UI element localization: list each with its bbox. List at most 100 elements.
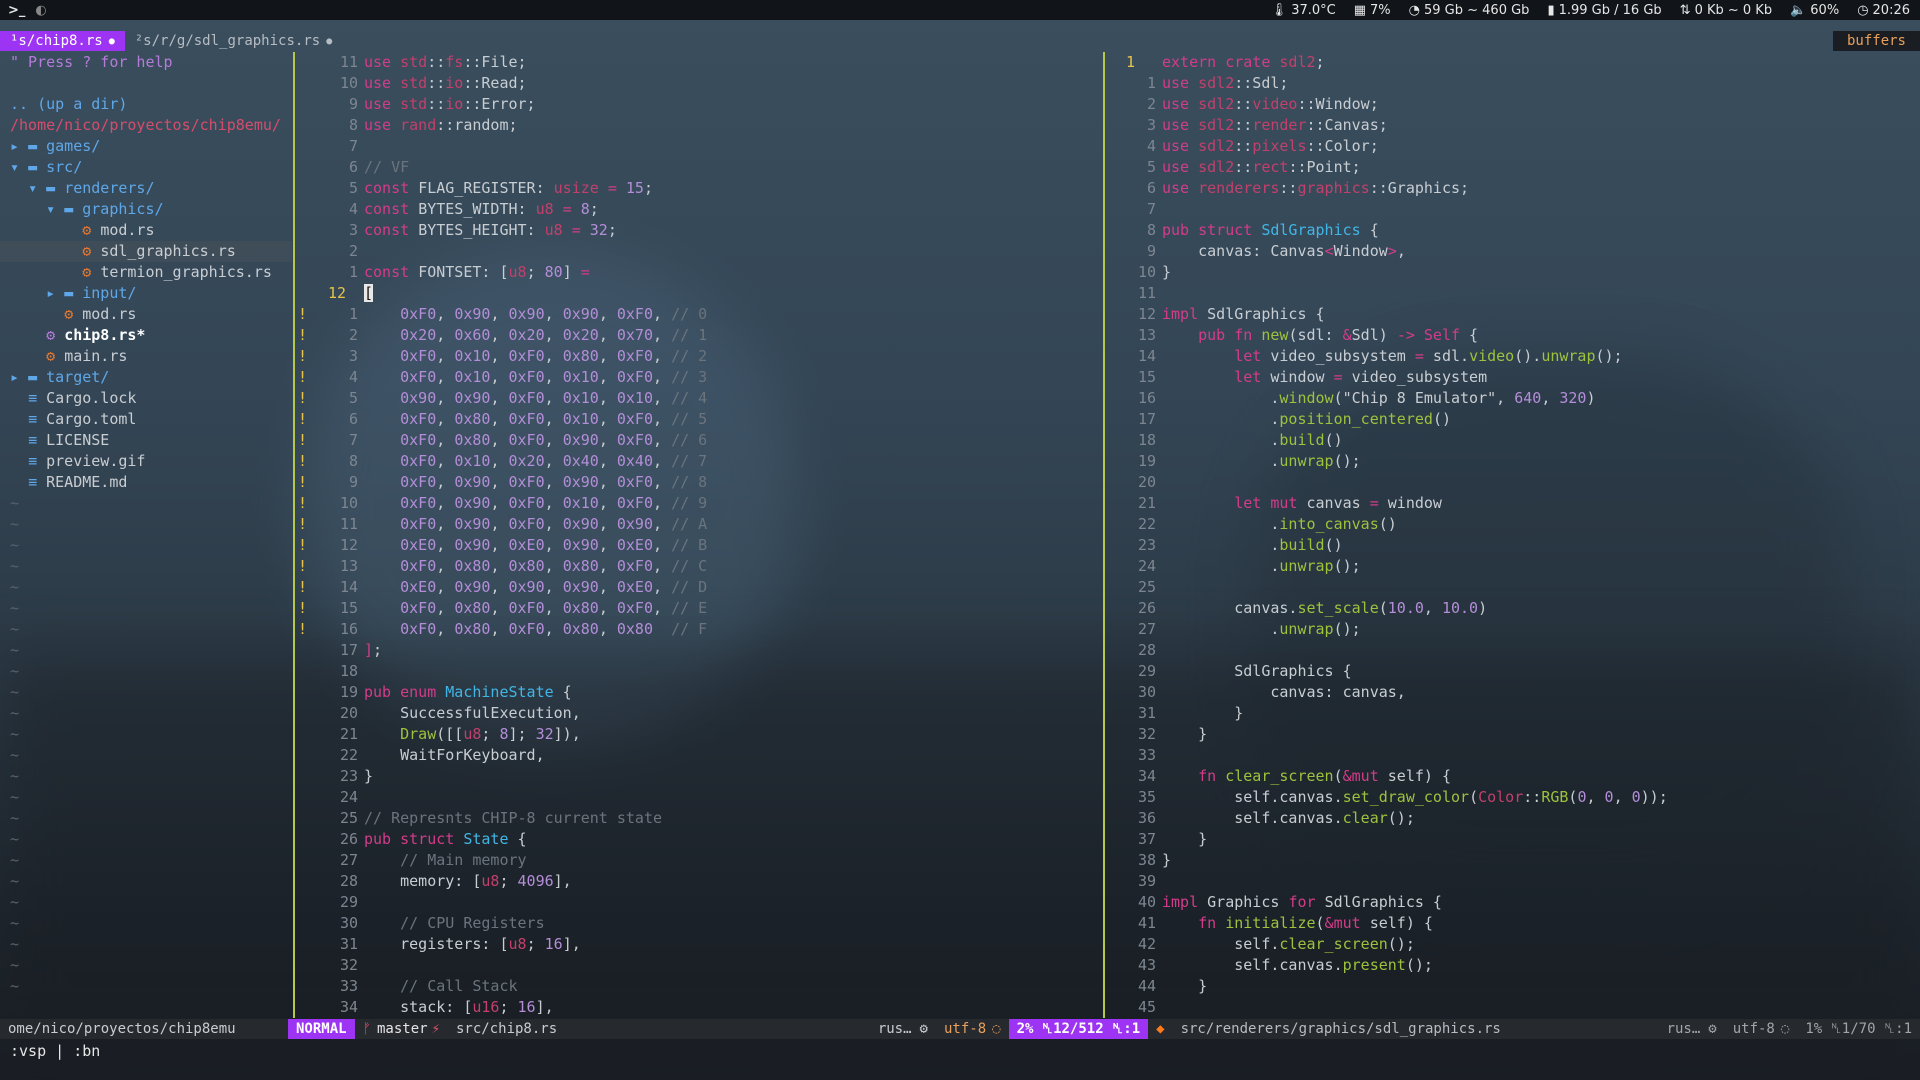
code-line[interactable]: 10} bbox=[1108, 262, 1920, 283]
code-line[interactable]: 13 pub fn new(sdl: &Sdl) -> Self { bbox=[1108, 325, 1920, 346]
code-line[interactable]: 21 Draw([[u8; 8]; 32]), bbox=[298, 724, 1100, 745]
code-line[interactable]: 28 memory: [u8; 4096], bbox=[298, 871, 1100, 892]
code-line[interactable]: 40 impl Graphics for SdlGraphics { bbox=[1108, 892, 1920, 913]
code-line[interactable]: 19 .unwrap(); bbox=[1108, 451, 1920, 472]
code-line[interactable]: 7 bbox=[298, 136, 1100, 157]
tree-up-dir[interactable]: .. (up a dir) bbox=[0, 94, 292, 115]
code-line[interactable]: ! 14 0xE0, 0x90, 0x90, 0x90, 0xE0, // D bbox=[298, 577, 1100, 598]
code-line[interactable]: 8 use rand::random; bbox=[298, 115, 1100, 136]
code-line[interactable]: 2 use sdl2::video::Window; bbox=[1108, 94, 1920, 115]
file-tree[interactable]: " Press ? for help .. (up a dir)/home/ni… bbox=[0, 52, 292, 1018]
code-line[interactable]: 36 self.canvas.clear(); bbox=[1108, 808, 1920, 829]
code-line[interactable]: 20 bbox=[1108, 472, 1920, 493]
code-line[interactable]: 34 fn clear_screen(&mut self) { bbox=[1108, 766, 1920, 787]
code-line[interactable]: 4 use sdl2::pixels::Color; bbox=[1108, 136, 1920, 157]
code-line[interactable]: ! 1 0xF0, 0x90, 0x90, 0x90, 0xF0, // 0 bbox=[298, 304, 1100, 325]
code-line[interactable]: 38} bbox=[1108, 850, 1920, 871]
code-line[interactable]: 10 use std::io::Read; bbox=[298, 73, 1100, 94]
tree-item[interactable]: ⚙ main.rs bbox=[0, 346, 292, 367]
tree-item[interactable]: ▾ ▬ graphics/ bbox=[0, 199, 292, 220]
code-line[interactable]: ! 11 0xF0, 0x90, 0xF0, 0x90, 0x90, // A bbox=[298, 514, 1100, 535]
code-line[interactable]: 1 use sdl2::Sdl; bbox=[1108, 73, 1920, 94]
code-line[interactable]: ! 2 0x20, 0x60, 0x20, 0x20, 0x70, // 1 bbox=[298, 325, 1100, 346]
code-line[interactable]: 42 self.clear_screen(); bbox=[1108, 934, 1920, 955]
tree-item[interactable]: ▸ ▬ target/ bbox=[0, 367, 292, 388]
code-line[interactable]: ! 7 0xF0, 0x80, 0xF0, 0x90, 0xF0, // 6 bbox=[298, 430, 1100, 451]
code-line[interactable]: ! 15 0xF0, 0x80, 0xF0, 0x80, 0xF0, // E bbox=[298, 598, 1100, 619]
code-line[interactable]: 11 bbox=[1108, 283, 1920, 304]
code-line[interactable]: 15 let window = video_subsystem bbox=[1108, 367, 1920, 388]
code-line[interactable]: 32 } bbox=[1108, 724, 1920, 745]
chevron-icon[interactable]: ▾ bbox=[10, 158, 28, 176]
code-line[interactable]: 31 registers: [u8; 16], bbox=[298, 934, 1100, 955]
code-line[interactable]: ! 4 0xF0, 0x10, 0xF0, 0x10, 0xF0, // 3 bbox=[298, 367, 1100, 388]
code-line[interactable]: 31 } bbox=[1108, 703, 1920, 724]
code-line[interactable]: 11 use std::fs::File; bbox=[298, 52, 1100, 73]
code-line[interactable]: 9 use std::io::Error; bbox=[298, 94, 1100, 115]
chevron-icon[interactable] bbox=[10, 410, 28, 428]
code-line[interactable]: 24 bbox=[298, 787, 1100, 808]
code-line[interactable]: ! 3 0xF0, 0x10, 0xF0, 0x80, 0xF0, // 2 bbox=[298, 346, 1100, 367]
tree-item[interactable]: ▾ ▬ src/ bbox=[0, 157, 292, 178]
code-line[interactable]: ! 12 0xE0, 0x90, 0xE0, 0x90, 0xE0, // B bbox=[298, 535, 1100, 556]
tree-item[interactable]: ▾ ▬ renderers/ bbox=[0, 178, 292, 199]
code-line[interactable]: 5 use sdl2::rect::Point; bbox=[1108, 157, 1920, 178]
tree-item[interactable]: ≡ README.md bbox=[0, 472, 292, 493]
code-line[interactable]: ! 9 0xF0, 0x90, 0xF0, 0x90, 0xF0, // 8 bbox=[298, 472, 1100, 493]
editor-pane-chip8[interactable]: 11 use std::fs::File; 10 use std::io::Read… bbox=[298, 52, 1100, 1018]
chevron-icon[interactable]: ▸ bbox=[46, 284, 64, 302]
command-line[interactable]: :vsp | :bn bbox=[10, 1041, 100, 1061]
code-line[interactable]: 28 bbox=[1108, 640, 1920, 661]
chevron-icon[interactable] bbox=[64, 242, 82, 260]
code-line[interactable]: 12 impl SdlGraphics { bbox=[1108, 304, 1920, 325]
terminal-icon[interactable]: >_ bbox=[8, 3, 25, 18]
tree-item[interactable]: ≡ preview.gif bbox=[0, 451, 292, 472]
code-line[interactable]: 1 const FONTSET: [u8; 80] = bbox=[298, 262, 1100, 283]
code-line[interactable]: 37 } bbox=[1108, 829, 1920, 850]
code-line[interactable]: 30 canvas: canvas, bbox=[1108, 682, 1920, 703]
chevron-icon[interactable] bbox=[10, 431, 28, 449]
code-line[interactable]: 25 bbox=[1108, 577, 1920, 598]
code-line[interactable]: 20 SuccessfulExecution, bbox=[298, 703, 1100, 724]
code-line[interactable]: 14 let video_subsystem = sdl.video().unw… bbox=[1108, 346, 1920, 367]
code-line[interactable]: 33 // Call Stack bbox=[298, 976, 1100, 997]
code-line[interactable]: 19 pub enum MachineState { bbox=[298, 682, 1100, 703]
code-line[interactable]: 21 let mut canvas = window bbox=[1108, 493, 1920, 514]
code-line[interactable]: 29 SdlGraphics { bbox=[1108, 661, 1920, 682]
chevron-icon[interactable] bbox=[10, 389, 28, 407]
code-line[interactable]: 16 .window("Chip 8 Emulator", 640, 320) bbox=[1108, 388, 1920, 409]
code-line[interactable]: 34 stack: [u16; 16], bbox=[298, 997, 1100, 1018]
code-line[interactable]: 7 bbox=[1108, 199, 1920, 220]
chevron-icon[interactable] bbox=[64, 221, 82, 239]
chevron-icon[interactable] bbox=[28, 326, 46, 344]
code-line[interactable]: 17]; bbox=[298, 640, 1100, 661]
chevron-icon[interactable] bbox=[64, 263, 82, 281]
code-line[interactable]: 25 // Represnts CHIP-8 current state bbox=[298, 808, 1100, 829]
code-line[interactable]: 45 bbox=[1108, 997, 1920, 1018]
code-line[interactable]: 8 pub struct SdlGraphics { bbox=[1108, 220, 1920, 241]
code-line[interactable]: 3 const BYTES_HEIGHT: u8 = 32; bbox=[298, 220, 1100, 241]
tree-item[interactable]: ⚙ termion_graphics.rs bbox=[0, 262, 292, 283]
chevron-icon[interactable] bbox=[10, 473, 28, 491]
code-line[interactable]: 6 use renderers::graphics::Graphics; bbox=[1108, 178, 1920, 199]
split-separator[interactable] bbox=[293, 52, 295, 1018]
code-line[interactable]: 6 // VF bbox=[298, 157, 1100, 178]
chevron-icon[interactable]: ▸ bbox=[10, 368, 28, 386]
chevron-icon[interactable]: ▸ bbox=[10, 137, 28, 155]
code-line[interactable]: 24 .unwrap(); bbox=[1108, 556, 1920, 577]
tree-item[interactable]: ⚙ mod.rs bbox=[0, 304, 292, 325]
code-line[interactable]: ! 5 0x90, 0x90, 0xF0, 0x10, 0x10, // 4 bbox=[298, 388, 1100, 409]
code-line[interactable]: ! 13 0xF0, 0x80, 0x80, 0x80, 0xF0, // C bbox=[298, 556, 1100, 577]
tab-1[interactable]: ¹s/chip8.rs ● bbox=[0, 31, 125, 51]
code-line[interactable]: ! 16 0xF0, 0x80, 0xF0, 0x80, 0x80 // F bbox=[298, 619, 1100, 640]
chevron-icon[interactable]: ▾ bbox=[46, 200, 64, 218]
code-line[interactable]: 12 [ bbox=[298, 283, 1100, 304]
code-line[interactable]: ! 8 0xF0, 0x10, 0x20, 0x40, 0x40, // 7 bbox=[298, 451, 1100, 472]
code-line[interactable]: 27 .unwrap(); bbox=[1108, 619, 1920, 640]
code-line[interactable]: 3 use sdl2::render::Canvas; bbox=[1108, 115, 1920, 136]
code-line[interactable]: 2 bbox=[298, 241, 1100, 262]
editor-pane-sdl-graphics[interactable]: 1 extern crate sdl2; 1 use sdl2::Sdl; 2 use s… bbox=[1108, 52, 1920, 1018]
code-line[interactable]: 43 self.canvas.present(); bbox=[1108, 955, 1920, 976]
code-line[interactable]: 29 bbox=[298, 892, 1100, 913]
code-line[interactable]: 30 // CPU Registers bbox=[298, 913, 1100, 934]
